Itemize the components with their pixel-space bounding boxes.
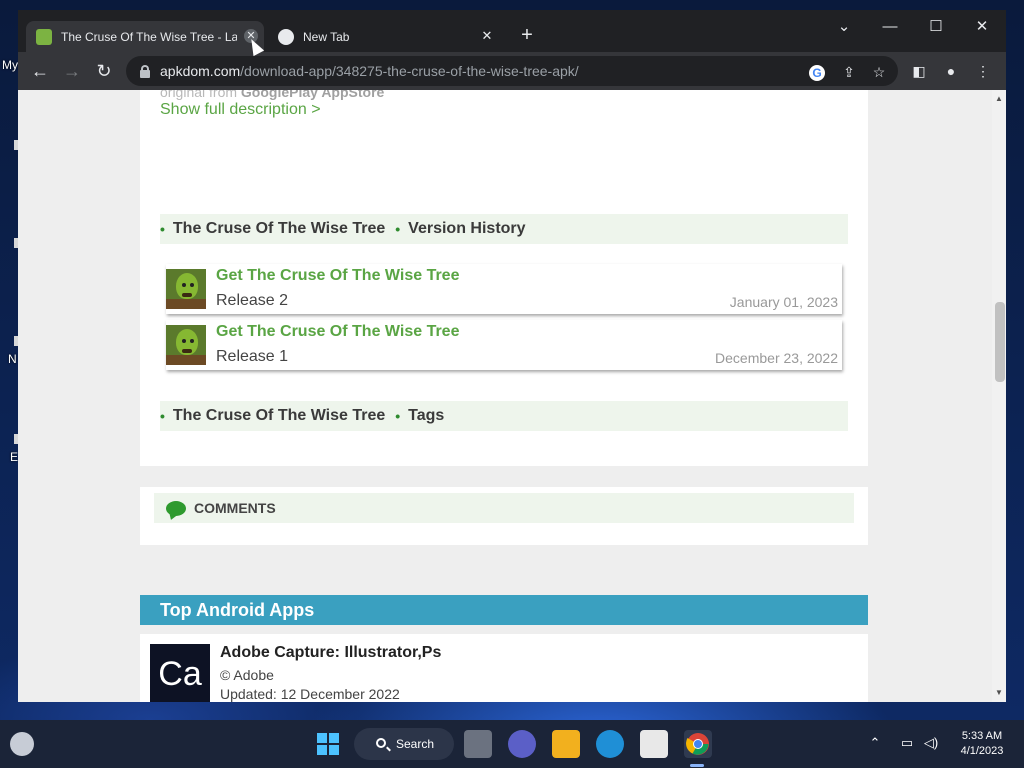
desktop-icon-label[interactable]: My <box>2 58 18 72</box>
bullet-icon: • <box>395 408 401 424</box>
tab-strip: The Cruse Of The Wise Tree - Lat ✕ New T… <box>18 10 1006 52</box>
tab-title: New Tab <box>303 29 350 44</box>
clock-date: 4/1/2023 <box>960 745 1004 757</box>
comment-bubble-icon <box>166 500 186 516</box>
profile-icon[interactable]: ● <box>942 62 960 80</box>
release-label: Release 1 <box>216 348 289 365</box>
tab-new-tab[interactable]: New Tab ✕ <box>268 21 500 52</box>
comments-card: COMMENTS <box>140 487 868 545</box>
task-view-icon[interactable] <box>464 730 492 758</box>
back-button[interactable]: ← <box>28 60 52 82</box>
tab-active[interactable]: The Cruse Of The Wise Tree - Lat ✕ <box>26 21 264 52</box>
browser-window: The Cruse Of The Wise Tree - Lat ✕ New T… <box>18 10 1006 702</box>
page-scrollbar[interactable]: ▲ ▼ <box>992 90 1006 702</box>
scroll-up-arrow-icon[interactable]: ▲ <box>995 94 1003 103</box>
share-icon[interactable]: ⇪ <box>840 63 858 81</box>
store-icon[interactable] <box>640 730 668 758</box>
app-thumbnail <box>166 269 206 309</box>
version-history-title: Version History <box>408 220 526 237</box>
tab-search-dropdown-icon[interactable]: ⌄ <box>830 16 858 38</box>
chrome-icon <box>686 733 709 755</box>
google-lens-icon[interactable]: G <box>808 63 826 81</box>
app-updated-date: Updated: 12 December 2022 <box>220 686 400 702</box>
android-icon <box>36 28 52 45</box>
clock[interactable]: 5:33 AM 4/1/2023 <box>950 729 1014 759</box>
bullet-icon: • <box>160 408 165 424</box>
new-tab-button[interactable]: + <box>516 25 538 47</box>
browser-toolbar: ← → ↻ apkdom.com /download-app/348275-th… <box>18 52 1006 90</box>
reload-button[interactable]: ↻ <box>92 60 116 82</box>
start-icon[interactable] <box>314 730 342 758</box>
network-icon[interactable]: ▭ <box>898 734 916 752</box>
tags-title: Tags <box>408 407 445 424</box>
url-host: apkdom.com <box>160 63 241 79</box>
volume-icon[interactable]: ◁) <box>922 734 940 752</box>
tab-title: The Cruse Of The Wise Tree - Lat <box>61 29 237 44</box>
active-app-indicator <box>690 764 704 767</box>
lock-icon[interactable] <box>140 64 150 78</box>
weather-widget-icon[interactable] <box>10 732 34 756</box>
clock-time: 5:33 AM <box>961 730 1003 742</box>
description-fade-text: original from GooglePlay AppStore <box>160 90 385 100</box>
search-icon <box>376 738 386 748</box>
app-name-link[interactable]: Adobe Capture: Illustrator,Ps <box>220 644 441 662</box>
taskbar-search[interactable]: Search <box>354 728 454 760</box>
tags-app-name[interactable]: The Cruse Of The Wise Tree <box>173 407 385 425</box>
address-bar[interactable]: apkdom.com /download-app/348275-the-crus… <box>126 56 898 86</box>
version-history-bar: • The Cruse Of The Wise Tree • Version H… <box>160 214 848 244</box>
chevron-up-icon[interactable]: ⌃ <box>866 734 884 752</box>
top-android-apps-header: Top Android Apps <box>140 595 868 625</box>
chat-icon[interactable] <box>508 730 536 758</box>
tab-close-icon[interactable]: ✕ <box>480 29 494 43</box>
scrollbar-thumb[interactable] <box>995 302 1005 382</box>
minimize-button[interactable]: — <box>876 16 904 38</box>
file-explorer-icon[interactable] <box>552 730 580 758</box>
comments-bar: COMMENTS <box>154 493 854 523</box>
release-title-link[interactable]: Get The Cruse Of The Wise Tree <box>216 267 459 285</box>
app-developer: © Adobe <box>220 667 274 683</box>
search-label: Search <box>396 737 435 751</box>
top-app-item[interactable]: Ca Adobe Capture: Illustrator,Ps © Adobe… <box>140 634 868 702</box>
release-date: December 23, 2022 <box>715 350 838 366</box>
bullet-icon: • <box>395 221 401 237</box>
app-thumbnail <box>166 325 206 365</box>
show-full-description-link[interactable]: Show full description > <box>160 101 321 119</box>
release-item[interactable]: Get The Cruse Of The Wise Tree Release 1… <box>166 320 842 370</box>
adobe-capture-icon: Ca <box>150 644 210 702</box>
desktop-icon-label[interactable]: N <box>8 352 17 366</box>
bookmark-star-icon[interactable]: ☆ <box>870 63 888 81</box>
taskbar: Search ⌃ ▭ ◁) 5:33 AM 4/1/2023 <box>0 720 1024 768</box>
release-label: Release 2 <box>216 292 289 309</box>
release-item[interactable]: Get The Cruse Of The Wise Tree Release 2… <box>166 264 842 314</box>
bullet-icon: • <box>160 221 165 237</box>
desktop-icon-label[interactable]: E <box>10 450 18 464</box>
maximize-button[interactable]: ☐ <box>922 16 950 38</box>
menu-kebab-icon[interactable]: ⋮ <box>974 62 992 80</box>
scroll-down-arrow-icon[interactable]: ▼ <box>995 688 1003 697</box>
chrome-taskbar-button[interactable] <box>684 730 712 758</box>
release-title-link[interactable]: Get The Cruse Of The Wise Tree <box>216 323 459 341</box>
web-page: original from GooglePlay AppStore Show f… <box>18 90 992 702</box>
chrome-icon <box>278 28 294 45</box>
close-window-button[interactable]: ✕ <box>968 16 996 38</box>
app-details-card: original from GooglePlay AppStore Show f… <box>140 90 868 466</box>
release-date: January 01, 2023 <box>729 294 838 310</box>
version-history-app-name[interactable]: The Cruse Of The Wise Tree <box>173 220 385 238</box>
comments-label: COMMENTS <box>194 500 276 516</box>
side-panel-icon[interactable]: ◧ <box>910 62 928 80</box>
edge-icon[interactable] <box>596 730 624 758</box>
tags-bar: • The Cruse Of The Wise Tree • Tags <box>160 401 848 431</box>
forward-button[interactable]: → <box>60 60 84 82</box>
url-path: /download-app/348275-the-cruse-of-the-wi… <box>240 63 579 79</box>
